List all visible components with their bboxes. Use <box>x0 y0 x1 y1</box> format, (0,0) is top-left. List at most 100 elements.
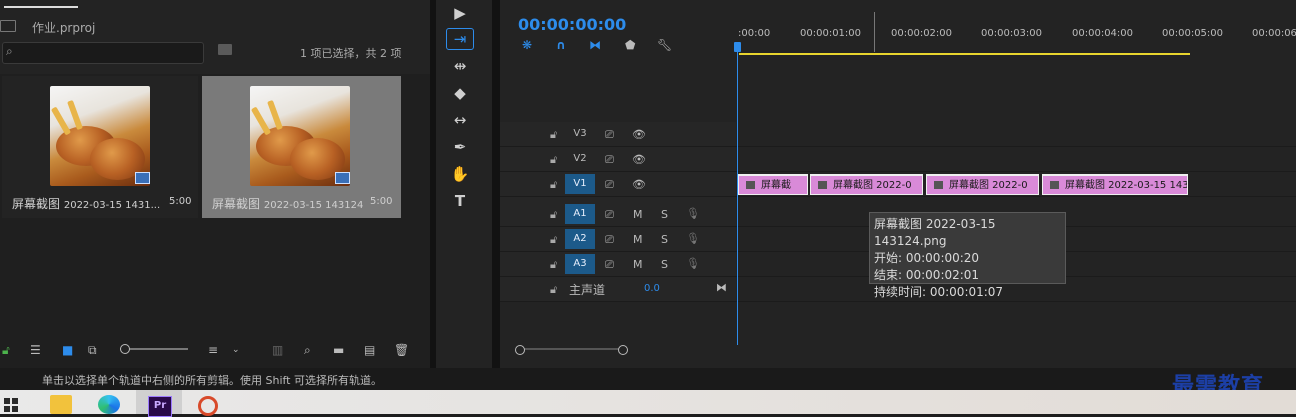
horizontal-scrollbar[interactable] <box>519 348 623 350</box>
pen-tool-icon[interactable]: ✒ <box>450 137 470 157</box>
nest-icon[interactable]: ❋ <box>522 38 532 52</box>
lock-icon[interactable]: 🔓︎ <box>550 258 557 272</box>
chevron-down-icon[interactable]: ⌄ <box>232 345 240 355</box>
windows-start-icon[interactable] <box>4 398 18 412</box>
fx-icon <box>746 181 755 189</box>
clip[interactable]: 屏幕截 <box>738 174 808 195</box>
clip[interactable]: 屏幕截图 2022-03-15 143 <box>1042 174 1188 195</box>
snap-icon[interactable]: ∩ <box>556 38 566 52</box>
mute-button[interactable]: M <box>633 233 643 246</box>
freeform-view-icon[interactable]: ⧉ <box>88 343 97 358</box>
lock-icon[interactable]: 🔓︎ <box>550 153 557 167</box>
ruler-label: 00:00:03:00 <box>981 28 1043 39</box>
microphone-icon[interactable]: 🎙︎ <box>686 257 700 270</box>
scrollbar-handle-right[interactable] <box>618 345 628 355</box>
clip[interactable]: 屏幕截图 2022-0 <box>810 174 923 195</box>
razor-tool-icon[interactable]: ◆ <box>450 83 470 103</box>
file-explorer-icon[interactable] <box>50 395 72 414</box>
slip-tool-icon[interactable]: ↔ <box>450 110 470 130</box>
type-tool-icon[interactable]: T <box>450 191 470 211</box>
track-label-a3[interactable]: A3 <box>565 254 595 274</box>
new-bin-icon[interactable] <box>218 44 232 55</box>
hand-tool-icon[interactable]: ✋ <box>450 164 470 184</box>
eye-icon[interactable]: 👁︎ <box>632 128 646 141</box>
new-bin-icon[interactable]: ▬ <box>333 343 344 357</box>
solo-button[interactable]: S <box>661 208 668 221</box>
clip-label: 屏幕截图 2022-0 <box>949 180 1028 191</box>
master-track-label: 主声道 <box>569 283 606 297</box>
sync-lock-icon[interactable]: ⎚ <box>605 178 614 192</box>
eye-icon[interactable]: 👁︎ <box>632 153 646 166</box>
media-item-duration: 5:00 <box>370 196 393 207</box>
find-icon[interactable]: ⌕ <box>304 343 311 358</box>
zoom-slider[interactable] <box>120 348 188 350</box>
list-view-icon[interactable]: ☰ <box>30 343 41 357</box>
marker-icon[interactable]: ⬟ <box>625 38 635 52</box>
track-label-v2[interactable]: V2 <box>565 149 595 169</box>
image-badge-icon <box>335 172 350 184</box>
track-select-tool-icon[interactable]: ⇥ <box>446 28 474 50</box>
track-label-v1[interactable]: V1 <box>565 174 595 194</box>
track-label-a2[interactable]: A2 <box>565 229 595 249</box>
sync-lock-icon[interactable]: ⎚ <box>605 233 614 247</box>
mute-button[interactable]: M <box>633 208 643 221</box>
wrench-icon[interactable]: 🔧︎ <box>657 38 672 52</box>
lock-icon[interactable]: 🔓︎ <box>550 283 557 297</box>
search-input[interactable] <box>2 42 204 64</box>
lock-icon[interactable]: 🔓︎ <box>550 233 557 247</box>
edge-browser-icon[interactable] <box>98 395 120 414</box>
icon-view-icon[interactable]: ■ <box>62 343 73 357</box>
microphone-icon[interactable]: 🎙︎ <box>686 207 700 220</box>
sync-lock-icon[interactable]: ⎚ <box>605 258 614 272</box>
playhead-handle[interactable] <box>734 42 741 52</box>
media-item-1[interactable]: 屏幕截图 2022-03-15 1431... 5:00 <box>2 76 198 218</box>
project-tab-underline <box>4 6 78 8</box>
media-item-2[interactable]: 屏幕截图 2022-03-15 143124 5:00 <box>202 76 401 218</box>
folder-icon <box>0 20 16 32</box>
ruler-tick <box>874 12 875 52</box>
track-label-v3[interactable]: V3 <box>565 124 595 144</box>
timecode[interactable]: 00:00:00:00 <box>518 15 626 34</box>
tooltip-duration: 持续时间: 00:00:01:07 <box>874 285 1004 299</box>
playhead-line[interactable] <box>737 45 738 345</box>
media-item-date: 2022-03-15 143124 <box>263 200 364 211</box>
lock-icon[interactable]: 🔓︎ <box>550 178 557 192</box>
trash-icon[interactable]: 🗑︎ <box>394 343 409 357</box>
eye-icon[interactable]: 👁︎ <box>632 178 646 191</box>
linked-selection-icon[interactable]: ⧓ <box>589 38 601 52</box>
track-label-a1[interactable]: A1 <box>565 204 595 224</box>
sort-icon[interactable]: ≡ <box>208 343 218 357</box>
media-item-date: 2022-03-15 1431... <box>63 200 161 211</box>
new-item-icon[interactable]: ▤ <box>364 343 375 357</box>
fx-icon <box>1050 181 1059 189</box>
lock-icon[interactable]: 🔓︎ <box>550 208 557 222</box>
sync-lock-icon[interactable]: ⎚ <box>605 128 614 142</box>
solo-button[interactable]: S <box>661 233 668 246</box>
clip[interactable]: 屏幕截图 2022-0 <box>926 174 1039 195</box>
scrollbar-handle-left[interactable] <box>515 345 525 355</box>
work-area-bar[interactable] <box>739 53 1190 55</box>
ruler-label: 00:00:02:00 <box>891 28 953 39</box>
go-to-end-icon[interactable]: ⧓ <box>716 281 727 294</box>
lock-icon[interactable]: 🔓︎ <box>550 128 557 142</box>
sync-lock-icon[interactable]: ⎚ <box>605 208 614 222</box>
master-volume-value[interactable]: 0.0 <box>644 283 660 294</box>
project-filename: 作业.prproj <box>32 21 96 35</box>
panel-divider[interactable] <box>492 0 500 368</box>
app-icon[interactable] <box>198 396 218 416</box>
mute-button[interactable]: M <box>633 258 643 271</box>
ruler-label: 00:00:06 <box>1252 28 1296 39</box>
sync-lock-icon[interactable]: ⎚ <box>605 153 614 167</box>
lock-icon[interactable]: 🔓︎ <box>2 343 10 358</box>
zoom-slider-handle[interactable] <box>120 344 130 354</box>
ruler-label: 00:00:04:00 <box>1072 28 1134 39</box>
fx-icon <box>934 181 943 189</box>
microphone-icon[interactable]: 🎙︎ <box>686 232 700 245</box>
thumbnail <box>50 86 150 186</box>
ruler-label: :00:00 <box>738 28 771 39</box>
solo-button[interactable]: S <box>661 258 668 271</box>
status-text: 单击以选择单个轨道中右侧的所有剪辑。使用 Shift 可选择所有轨道。 <box>42 374 382 387</box>
ripple-edit-tool-icon[interactable]: ⇹ <box>450 56 470 76</box>
selection-tool-icon[interactable]: ▶ <box>450 3 470 23</box>
media-item-duration: 5:00 <box>169 196 192 207</box>
